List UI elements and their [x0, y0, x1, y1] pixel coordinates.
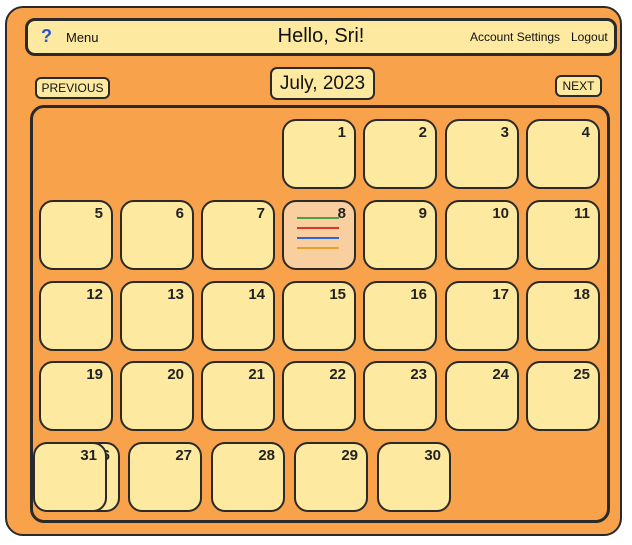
day-cell-1[interactable]: 1	[282, 119, 356, 189]
day-cell-9[interactable]: 9	[363, 200, 437, 270]
day-number: 9	[418, 205, 427, 222]
day-number: 31	[80, 447, 97, 464]
day-number: 28	[258, 447, 275, 464]
day-number: 14	[248, 286, 265, 303]
month-title: July, 2023	[270, 67, 375, 100]
day-number: 21	[248, 366, 265, 383]
day-number: 27	[175, 447, 192, 464]
day-number: 13	[167, 286, 184, 303]
account-settings-link[interactable]: Account Settings	[470, 30, 560, 44]
day-cell-5[interactable]: 5	[39, 200, 113, 270]
day-cell-7[interactable]: 7	[201, 200, 275, 270]
day-number: 7	[256, 205, 265, 222]
logout-link[interactable]: Logout	[571, 30, 608, 44]
day-cell-24[interactable]: 24	[445, 361, 519, 431]
day-cell-12[interactable]: 12	[39, 281, 113, 351]
day-cell-15[interactable]: 15	[282, 281, 356, 351]
day-cell-20[interactable]: 20	[120, 361, 194, 431]
day-number: 30	[424, 447, 441, 464]
day-number: 5	[94, 205, 103, 222]
next-month-button[interactable]: NEXT	[555, 75, 602, 97]
day-cell-8[interactable]: 8	[282, 200, 356, 270]
day-cell-11[interactable]: 11	[526, 200, 600, 270]
day-number: 17	[492, 286, 509, 303]
event-indicator-line	[297, 247, 339, 249]
day-cell-4[interactable]: 4	[526, 119, 600, 189]
day-number: 25	[573, 366, 590, 383]
event-indicator-line	[297, 217, 339, 219]
day-number: 1	[337, 124, 346, 141]
day-number: 20	[167, 366, 184, 383]
calendar-app: ? Menu Hello, Sri! Account Settings Logo…	[5, 6, 622, 536]
day-number: 24	[492, 366, 509, 383]
day-number: 2	[418, 124, 427, 141]
day-cell-31[interactable]: 31	[33, 442, 107, 512]
day-number: 23	[410, 366, 427, 383]
day-number: 11	[574, 205, 590, 222]
day-cell-14[interactable]: 14	[201, 281, 275, 351]
day-number: 10	[492, 205, 509, 222]
day-number: 16	[410, 286, 427, 303]
day-cell-17[interactable]: 17	[445, 281, 519, 351]
help-icon[interactable]: ?	[41, 26, 52, 47]
menu-button[interactable]: Menu	[66, 30, 99, 45]
day-cell-19[interactable]: 19	[39, 361, 113, 431]
day-cell-30[interactable]: 30	[377, 442, 451, 512]
day-cell-28[interactable]: 28	[211, 442, 285, 512]
top-bar: ? Menu Hello, Sri! Account Settings Logo…	[25, 18, 617, 56]
day-cell-6[interactable]: 6	[120, 200, 194, 270]
calendar-grid: 1 2 3 4 5 6 7 8 9 10 11 12 13 14 15 16 17 18 19 20 21 22 23 24 2…	[30, 105, 610, 523]
day-cell-21[interactable]: 21	[201, 361, 275, 431]
previous-month-button[interactable]: PREVIOUS	[35, 77, 110, 99]
day-cell-27[interactable]: 27	[128, 442, 202, 512]
day-number: 18	[573, 286, 590, 303]
event-indicator-line	[297, 227, 339, 229]
day-number: 19	[86, 366, 103, 383]
day-cell-13[interactable]: 13	[120, 281, 194, 351]
day-cell-22[interactable]: 22	[282, 361, 356, 431]
event-indicator-line	[297, 237, 339, 239]
day-number: 22	[329, 366, 346, 383]
day-cell-25[interactable]: 25	[526, 361, 600, 431]
day-cell-3[interactable]: 3	[445, 119, 519, 189]
day-number: 29	[341, 447, 358, 464]
day-cell-2[interactable]: 2	[363, 119, 437, 189]
day-number: 6	[175, 205, 184, 222]
day-cell-23[interactable]: 23	[363, 361, 437, 431]
day-cell-10[interactable]: 10	[445, 200, 519, 270]
day-number: 12	[86, 286, 103, 303]
day-number: 3	[500, 124, 509, 141]
day-cell-18[interactable]: 18	[526, 281, 600, 351]
day-cell-29[interactable]: 29	[294, 442, 368, 512]
day-number: 4	[581, 124, 590, 141]
day-cell-16[interactable]: 16	[363, 281, 437, 351]
day-number: 8	[337, 205, 346, 222]
day-number: 15	[329, 286, 346, 303]
